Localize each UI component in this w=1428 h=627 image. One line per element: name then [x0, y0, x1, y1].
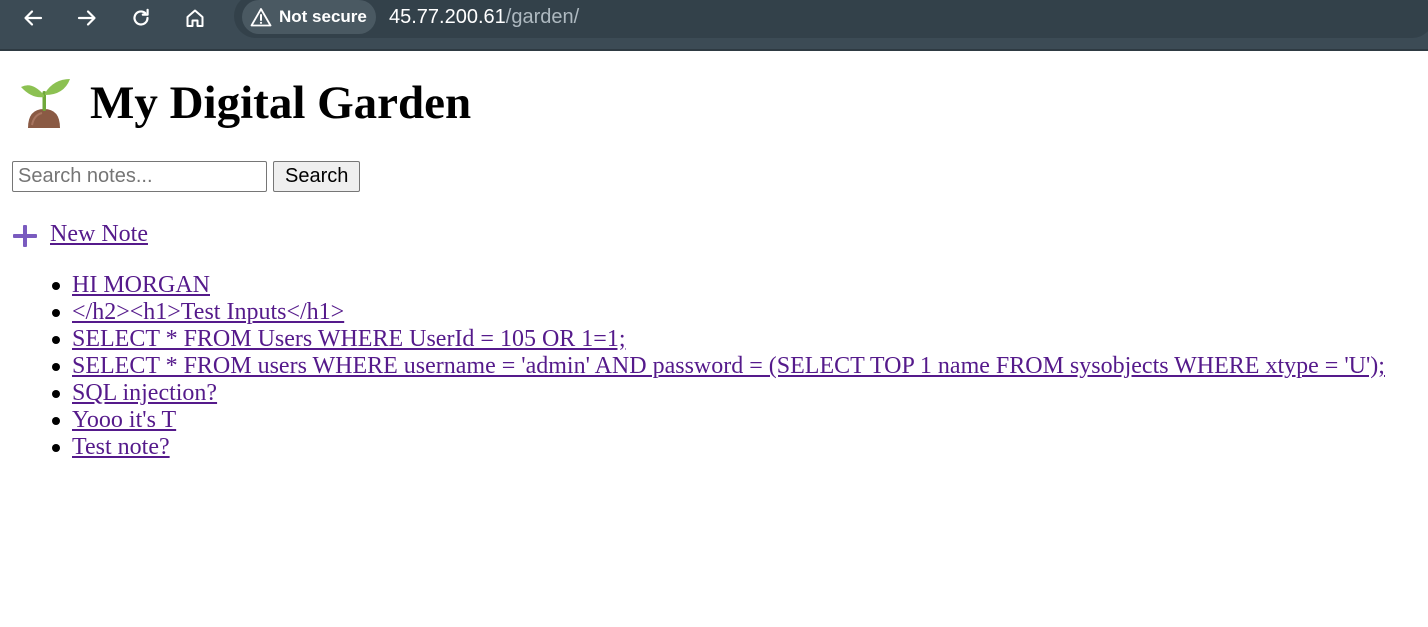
new-note-label: New Note [50, 221, 148, 247]
arrow-right-icon [77, 10, 96, 26]
new-note-link[interactable]: New Note [12, 221, 148, 248]
page-title: My Digital Garden [90, 77, 472, 129]
warning-icon [250, 7, 272, 27]
note-link[interactable]: SQL injection? [72, 380, 217, 406]
bullet [52, 390, 60, 398]
list-item: HI MORGAN [52, 272, 1385, 299]
note-link[interactable]: </h2><h1>Test Inputs</h1> [72, 299, 344, 325]
url-path: /garden/ [505, 6, 580, 28]
browser-toolbar: Not secure 45.77.200.61/garden/ [0, 0, 1428, 51]
bullet [52, 282, 60, 290]
forward-button[interactable] [71, 2, 103, 34]
bullet [52, 336, 60, 344]
reload-icon [133, 8, 149, 26]
list-item: Test note? [52, 434, 1385, 461]
note-link[interactable]: SELECT * FROM Users WHERE UserId = 105 O… [72, 326, 626, 352]
reload-button[interactable] [125, 2, 157, 34]
url-host: 45.77.200.61 [389, 6, 506, 28]
list-item: SQL injection? [52, 380, 1385, 407]
notes-list: HI MORGAN </h2><h1>Test Inputs</h1> SELE… [52, 272, 1385, 461]
note-link[interactable]: Test note? [72, 434, 170, 460]
home-button[interactable] [179, 2, 211, 34]
note-link[interactable]: HI MORGAN [72, 272, 210, 298]
arrow-left-icon [24, 10, 43, 26]
security-label: Not secure [279, 7, 367, 26]
bullet [52, 444, 60, 452]
search-input[interactable] [12, 161, 267, 192]
page-content: My Digital Garden Search New Note HI MOR… [0, 51, 1428, 627]
home-icon [186, 9, 204, 27]
list-item: SELECT * FROM Users WHERE UserId = 105 O… [52, 326, 1385, 353]
bullet [52, 309, 60, 317]
bullet [52, 363, 60, 371]
search-form: Search [12, 161, 361, 192]
note-link[interactable]: Yooo it's T [72, 407, 176, 433]
security-indicator[interactable]: Not secure [242, 0, 376, 34]
back-button[interactable] [17, 2, 49, 34]
note-link[interactable]: SELECT * FROM users WHERE username = 'ad… [72, 353, 1385, 379]
url-text[interactable]: 45.77.200.61/garden/ [389, 6, 579, 29]
seedling-icon [21, 79, 70, 128]
search-button[interactable]: Search [273, 161, 361, 192]
page-header: My Digital Garden [18, 75, 471, 131]
list-item: SELECT * FROM users WHERE username = 'ad… [52, 353, 1385, 380]
plus-icon [12, 224, 38, 248]
list-item: </h2><h1>Test Inputs</h1> [52, 299, 1385, 326]
bullet [52, 417, 60, 425]
list-item: Yooo it's T [52, 407, 1385, 434]
